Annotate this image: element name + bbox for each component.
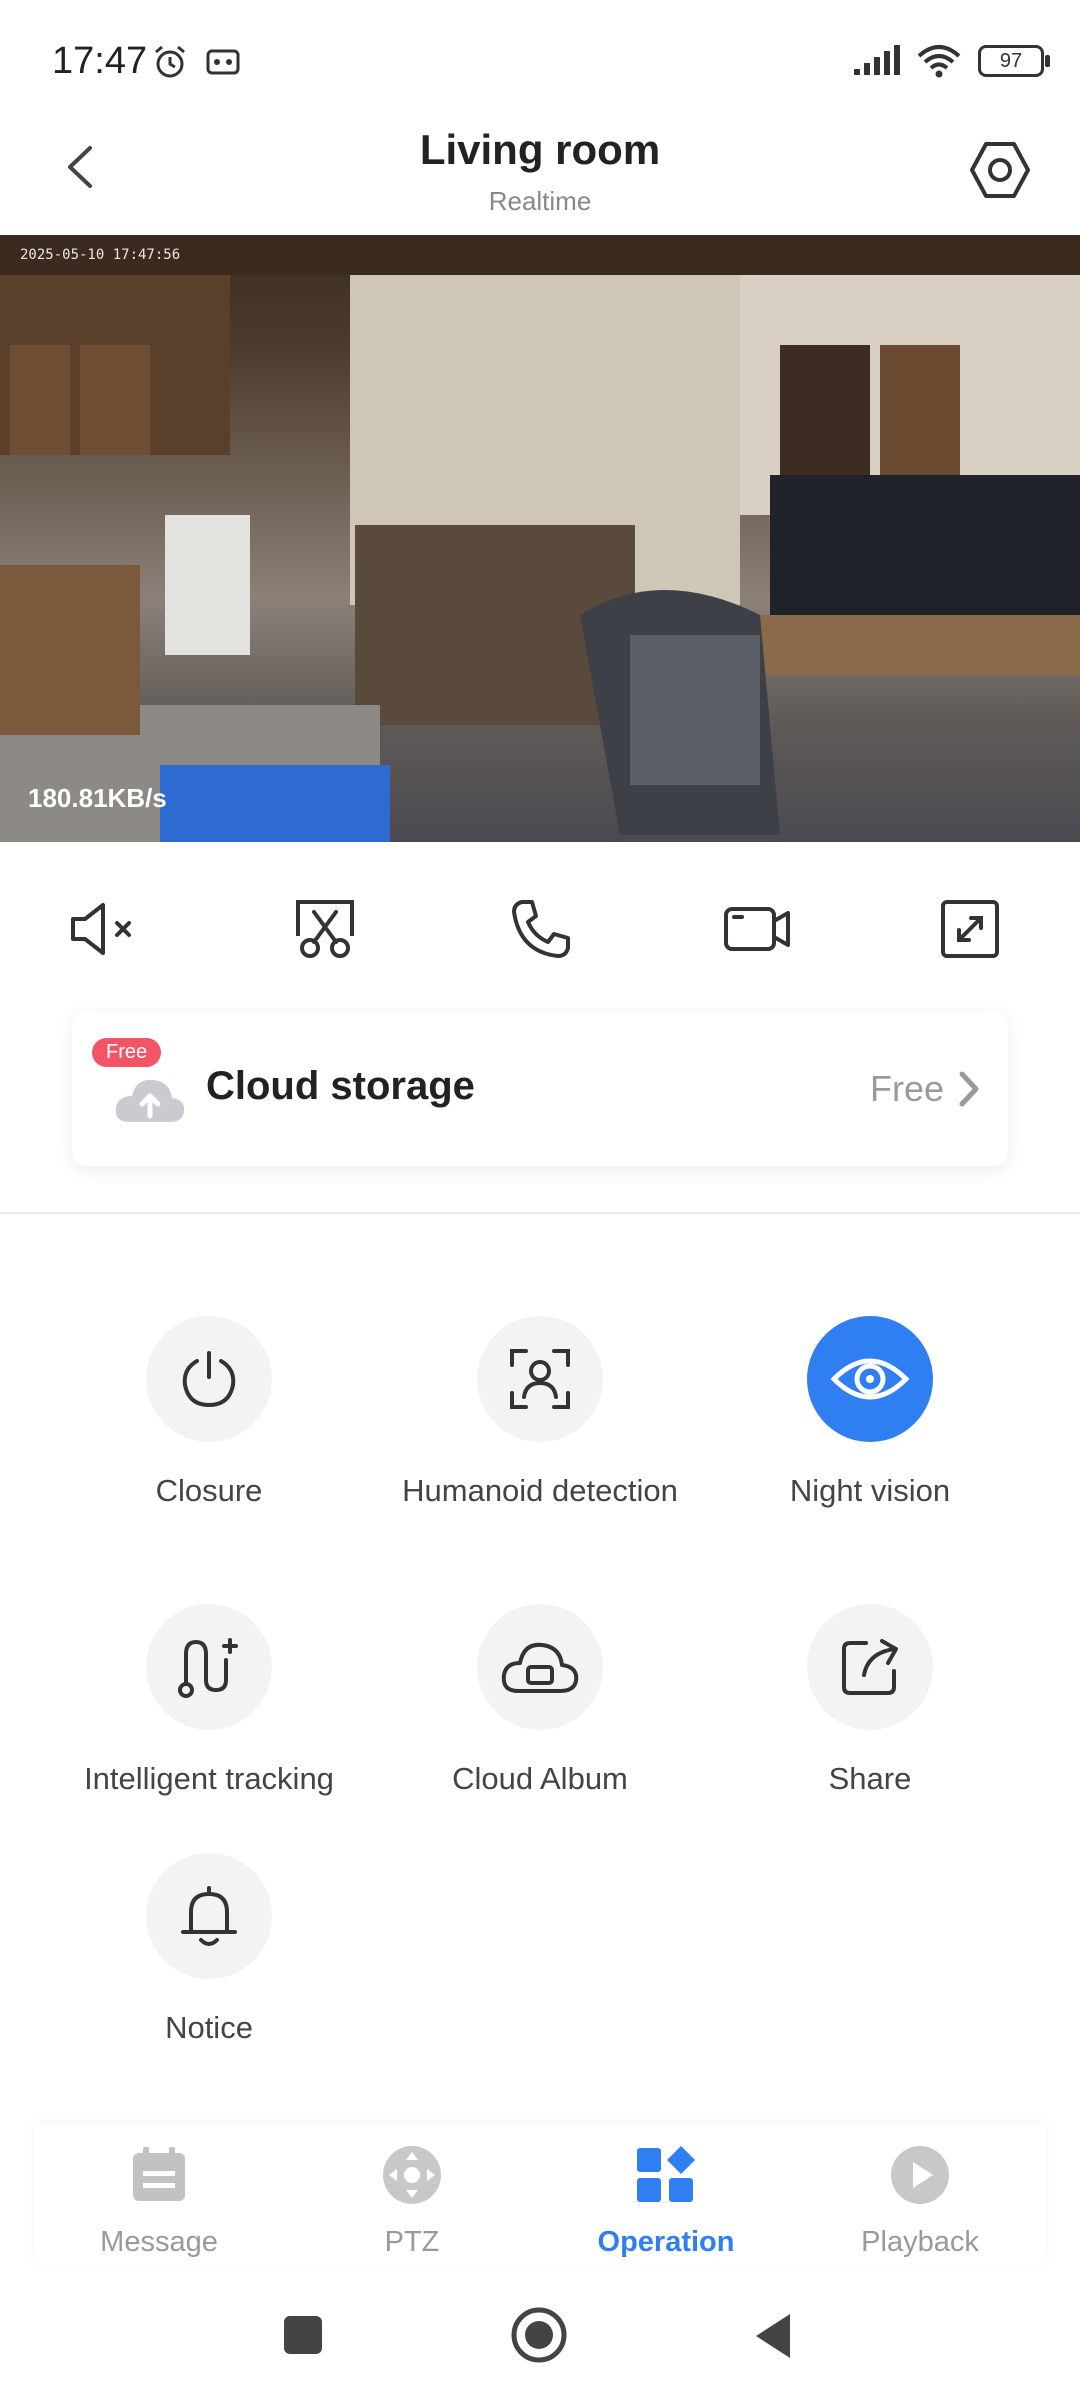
op-tracking-circle <box>146 1604 272 1730</box>
bell-icon <box>181 1886 237 1946</box>
op-label: Notice <box>165 2010 253 2045</box>
nav-message[interactable]: Message <box>59 2140 259 2259</box>
nav-label: PTZ <box>384 2226 440 2258</box>
cloud-storage-label: Cloud storage <box>206 1064 475 1108</box>
free-badge: Free <box>92 1038 162 1067</box>
bitrate-label: 180.81KB/s <box>28 783 167 813</box>
cloud-upload-icon <box>112 1068 188 1135</box>
settings-button[interactable] <box>968 138 1032 202</box>
op-intelligent-tracking[interactable]: Intelligent tracking <box>44 1604 374 1798</box>
mute-button[interactable] <box>62 890 152 968</box>
live-video-feed[interactable]: 2025-05-10 17:47:56 180.81KB/s <box>0 235 1080 842</box>
battery-indicator: 97 <box>978 45 1050 77</box>
phone-icon <box>512 900 570 958</box>
mute-icon <box>71 903 131 955</box>
video-control-row <box>0 890 1080 968</box>
status-left-icons <box>152 44 240 80</box>
ptz-icon <box>383 2146 441 2204</box>
fullscreen-button[interactable] <box>925 890 1015 968</box>
op-night-vision[interactable]: Night vision <box>705 1316 1035 1510</box>
tracking-icon <box>178 1638 238 1698</box>
op-closure[interactable]: Closure <box>44 1316 374 1510</box>
nav-label: Message <box>100 2226 218 2258</box>
op-cloud-album-circle <box>477 1604 603 1730</box>
message-icon <box>133 2147 185 2201</box>
op-label: Cloud Album <box>452 1761 628 1796</box>
cloud-storage-value: Free <box>869 1068 944 1109</box>
wifi-icon <box>917 45 961 78</box>
screenshot-icon <box>296 900 354 958</box>
alarm-icon <box>155 45 185 78</box>
eye-icon <box>830 1358 910 1400</box>
back-nav-icon[interactable] <box>752 2312 794 2360</box>
chevron-right-icon <box>956 1070 982 1113</box>
op-label: Night vision <box>789 1473 951 1508</box>
talk-button[interactable] <box>496 890 586 968</box>
op-notice[interactable]: Notice <box>44 1853 374 2047</box>
record-icon <box>724 907 790 951</box>
nav-label: Playback <box>861 2226 979 2258</box>
voicemail-icon <box>206 49 240 75</box>
nav-operation[interactable]: Operation <box>566 2140 766 2259</box>
op-label: Intelligent tracking <box>84 1761 334 1796</box>
op-label: Share <box>828 1761 912 1796</box>
op-share-circle <box>807 1604 933 1730</box>
humanoid-icon <box>510 1349 570 1409</box>
page-subtitle: Realtime <box>488 186 592 216</box>
camera-scene <box>0 235 1080 842</box>
op-closure-circle <box>146 1316 272 1442</box>
status-time: 17:47 <box>52 40 148 82</box>
nav-ptz[interactable]: PTZ <box>312 2140 512 2259</box>
operation-icon <box>637 2146 695 2202</box>
op-label: Humanoid detection <box>402 1473 678 1508</box>
hexagon-settings-icon <box>970 142 1030 198</box>
nav-label: Operation <box>597 2226 735 2258</box>
video-timestamp: 2025-05-10 17:47:56 <box>20 247 181 263</box>
op-label: Closure <box>155 1473 263 1508</box>
op-night-vision-circle <box>807 1316 933 1442</box>
op-notice-circle <box>146 1853 272 1979</box>
page-title: Living room <box>419 126 661 173</box>
recents-icon[interactable] <box>282 2314 324 2356</box>
section-divider <box>0 1212 1080 1214</box>
cloud-album-icon <box>501 1642 579 1693</box>
bottom-nav: Message PTZ Operation Playback <box>34 2124 1046 2264</box>
share-icon <box>842 1639 898 1695</box>
signal-icon <box>854 45 900 75</box>
status-right: 97 <box>852 44 1050 78</box>
op-humanoid-circle <box>477 1316 603 1442</box>
record-button[interactable] <box>712 890 802 968</box>
screenshot-button[interactable] <box>280 890 370 968</box>
op-cloud-album[interactable]: Cloud Album <box>375 1604 705 1798</box>
fullscreen-icon <box>941 900 999 958</box>
power-icon <box>182 1351 236 1408</box>
op-humanoid-detection[interactable]: Humanoid detection <box>375 1316 705 1510</box>
op-share[interactable]: Share <box>705 1604 1035 1798</box>
home-icon[interactable] <box>510 2306 568 2364</box>
system-nav-bar <box>0 2290 1080 2380</box>
nav-playback[interactable]: Playback <box>820 2140 1020 2259</box>
play-icon <box>891 2146 949 2204</box>
cloud-storage-card[interactable]: Free Cloud storage Free <box>72 1012 1008 1166</box>
